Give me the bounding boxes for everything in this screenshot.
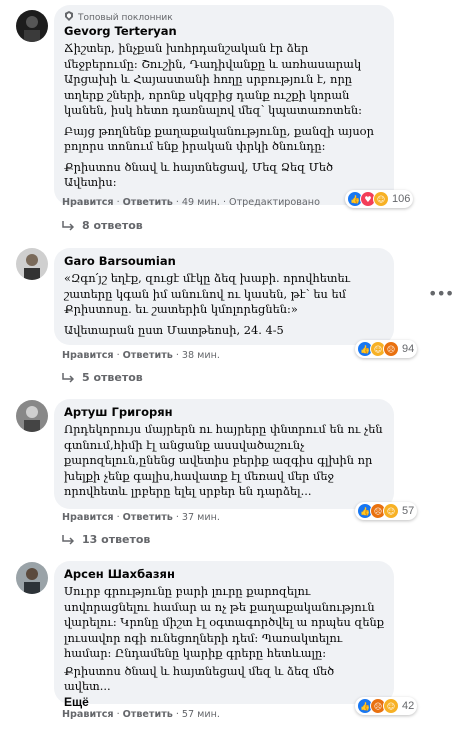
haha-reaction-icon: ☺ <box>383 503 399 519</box>
reactions-summary[interactable]: 👍 ☹ ☺ 42 <box>355 697 418 715</box>
comment-author[interactable]: Gevorg Terteryan <box>64 24 384 39</box>
replies-count[interactable]: 13 ответов <box>82 533 150 546</box>
separator: · <box>116 709 120 720</box>
separator: · <box>175 709 179 720</box>
reactions-summary[interactable]: 👍 ♥ ☺ 106 <box>345 190 414 208</box>
separator: · <box>222 197 227 208</box>
comment-actions: Нравится · Ответить · 37 мин. <box>62 512 220 523</box>
reaction-count: 42 <box>402 700 415 712</box>
comment-text: Ճիշտեր, ինչքան խոհրդանշական էր ձեր մեջբե… <box>64 41 362 117</box>
comment-timestamp[interactable]: 37 мин. <box>182 512 220 523</box>
haha-reaction-icon: ☺ <box>383 698 399 714</box>
reactions-summary[interactable]: 👍 ☹ ☺ 57 <box>355 502 418 520</box>
reaction-count: 106 <box>392 193 411 205</box>
comment-text: «Զգո՛յշ եղէք, զուցէ մէկը ձեզ խաբի. որովհ… <box>64 271 351 316</box>
comment-timestamp[interactable]: 38 мин. <box>182 350 220 361</box>
comment-bubble: Арсен Шахбазян Սուրբ գրությունը բարի լու… <box>54 561 394 709</box>
view-replies-link[interactable]: 13 ответов <box>62 533 150 546</box>
separator: · <box>175 350 179 361</box>
fan-badge-icon <box>64 11 74 24</box>
comment-bubble: Топовый поклонник Gevorg Terteryan Ճիշտե… <box>54 5 394 205</box>
comment-bubble: Артуш Григорян Որդեկորույս մայրերն ու հա… <box>54 399 394 509</box>
separator: · <box>116 197 120 208</box>
reply-button[interactable]: Ответить <box>123 197 173 208</box>
reply-arrow-icon <box>62 372 74 383</box>
comment-text: Սուրբ գրությունը բարի լուրը քարոզելու սո… <box>64 584 384 660</box>
comment-text: Որդեկորույս մայրերն ու հայրերը փնտրում ե… <box>64 422 383 498</box>
comment-timestamp[interactable]: 49 мин. <box>182 197 220 208</box>
comment-bubble: Garo Barsoumian «Զգո՛յշ եղէք, զուցէ մէկը… <box>54 248 394 345</box>
care-reaction-icon: ☺ <box>373 191 389 207</box>
more-options-icon[interactable]: ••• <box>428 284 454 303</box>
comment-text: Ավետարան ըստ Մատթեոսի, 24. 4-5 <box>64 322 284 337</box>
avatar[interactable] <box>16 562 48 594</box>
like-button[interactable]: Нравится <box>62 709 114 720</box>
comment-actions: Нравится · Ответить · 38 мин. <box>62 350 220 361</box>
comment-author[interactable]: Garo Barsoumian <box>64 254 384 269</box>
reply-arrow-icon <box>62 220 74 231</box>
reply-button[interactable]: Ответить <box>123 709 173 720</box>
comment-text: Քրիստոս ծնավ և հայտնեցավ, Մեզ Ձեզ Մեծ Ավ… <box>64 159 334 190</box>
like-button[interactable]: Нравится <box>62 350 114 361</box>
avatar[interactable] <box>16 10 48 42</box>
avatar[interactable] <box>16 248 48 280</box>
reaction-count: 94 <box>402 343 415 355</box>
comment-author[interactable]: Артуш Григорян <box>64 405 384 420</box>
separator: · <box>175 197 179 208</box>
comment-actions: Нравится · Ответить · 57 мин. <box>62 709 220 720</box>
replies-count[interactable]: 5 ответов <box>82 371 143 384</box>
comment-author[interactable]: Арсен Шахбазян <box>64 567 384 582</box>
like-button[interactable]: Нравится <box>62 512 114 523</box>
separator: · <box>116 350 120 361</box>
comment-actions: Нравится · Ответить · 49 мин. · Отредакт… <box>62 197 320 208</box>
view-replies-link[interactable]: 5 ответов <box>62 371 143 384</box>
avatar[interactable] <box>16 400 48 432</box>
angry-reaction-icon: ☹ <box>383 341 399 357</box>
reply-arrow-icon <box>62 534 74 545</box>
edited-label: Отредактировано <box>229 197 320 208</box>
comment-timestamp[interactable]: 57 мин. <box>182 709 220 720</box>
view-replies-link[interactable]: 8 ответов <box>62 219 143 232</box>
comment-text: Բայց թողնենք քաղաքականությունը, քանզի այ… <box>64 123 374 154</box>
reply-button[interactable]: Ответить <box>123 350 173 361</box>
reaction-count: 57 <box>402 505 415 517</box>
fan-badge: Топовый поклонник <box>64 11 384 24</box>
see-more-link[interactable]: Ещё <box>64 695 384 709</box>
comment-text: Քրիստոս ծնավ և հայտնեցավ մեզ և ձեզ մեծ ա… <box>64 663 335 694</box>
badge-label: Топовый поклонник <box>78 12 173 23</box>
replies-count[interactable]: 8 ответов <box>82 219 143 232</box>
separator: · <box>116 512 120 523</box>
reactions-summary[interactable]: 👍 ☺ ☹ 94 <box>355 340 418 358</box>
reply-button[interactable]: Ответить <box>123 512 173 523</box>
separator: · <box>175 512 179 523</box>
like-button[interactable]: Нравится <box>62 197 114 208</box>
